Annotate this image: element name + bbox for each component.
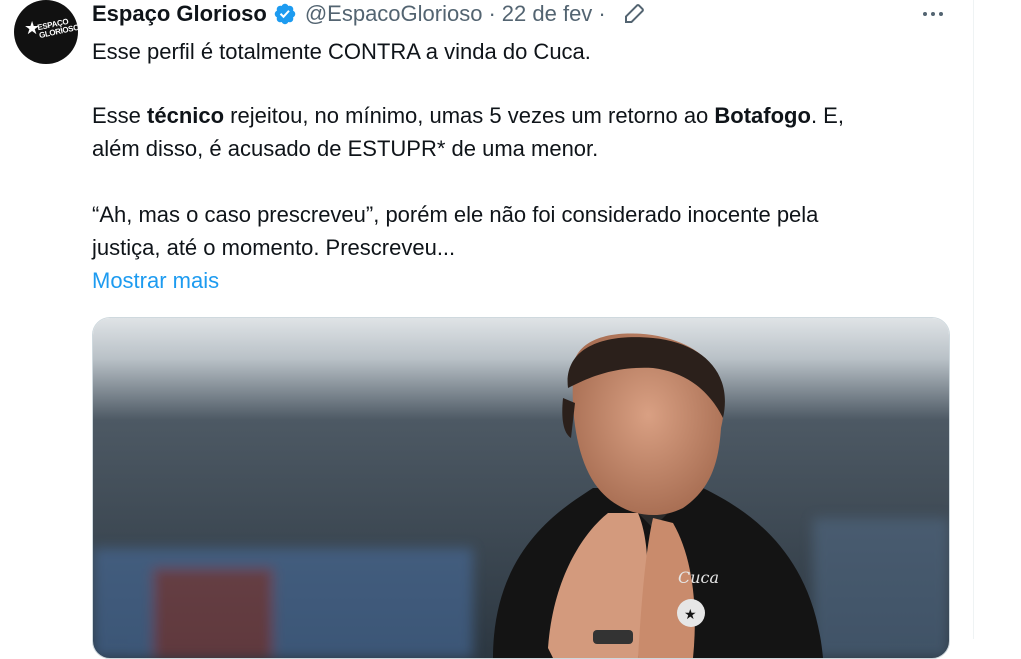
text-bold-botafogo: Botafogo [714,103,811,128]
tweet-text-line-2: Esse técnico rejeitou, no mínimo, umas 5… [92,99,844,132]
tweet-header: Espaço Glorioso @EspacoGlorioso · 22 de … [92,0,646,28]
edit-pencil-icon[interactable] [622,2,646,26]
avatar-logo-text: ESPAÇO GLORIOSO [36,16,78,41]
text-segment: rejeitou, no mínimo, umas 5 vezes um ret… [224,103,715,128]
more-horizontal-icon [923,12,927,16]
header-separator-2: · [598,1,606,26]
timeline-column-border [973,0,974,639]
show-more-link[interactable]: Mostrar mais [92,264,219,297]
badge-star-icon: ★ [684,606,697,622]
tweet-text-line-1: Esse perfil é totalmente CONTRA a vinda … [92,39,591,64]
text-segment: . E, [810,103,844,128]
shirt-signature: Cuca [678,568,719,587]
more-dot [939,12,943,16]
more-dot [931,12,935,16]
author-handle[interactable]: @EspacoGlorioso [305,1,483,27]
text-segment: Esse [92,103,148,128]
tweet-text-line-4: “Ah, mas o caso prescreveu”, porém ele n… [92,202,819,227]
tweet-date[interactable]: 22 de fev [502,1,593,27]
tweet-text-line-3: além disso, é acusado de ESTUPR* de uma … [92,136,599,161]
more-options-button[interactable] [918,4,948,24]
text-bold-tecnico: técnico [147,103,225,128]
tweet-media-photo[interactable]: Cuca ★ [92,317,950,659]
header-separator: · [488,1,496,26]
author-display-name[interactable]: Espaço Glorioso [92,1,267,27]
tweet-text-line-5: justiça, até o momento. Prescreveu... [92,235,456,260]
verified-badge-icon[interactable] [273,2,297,26]
author-avatar[interactable]: ★ ESPAÇO GLORIOSO [14,0,78,64]
coach-photo: Cuca ★ [93,318,949,658]
